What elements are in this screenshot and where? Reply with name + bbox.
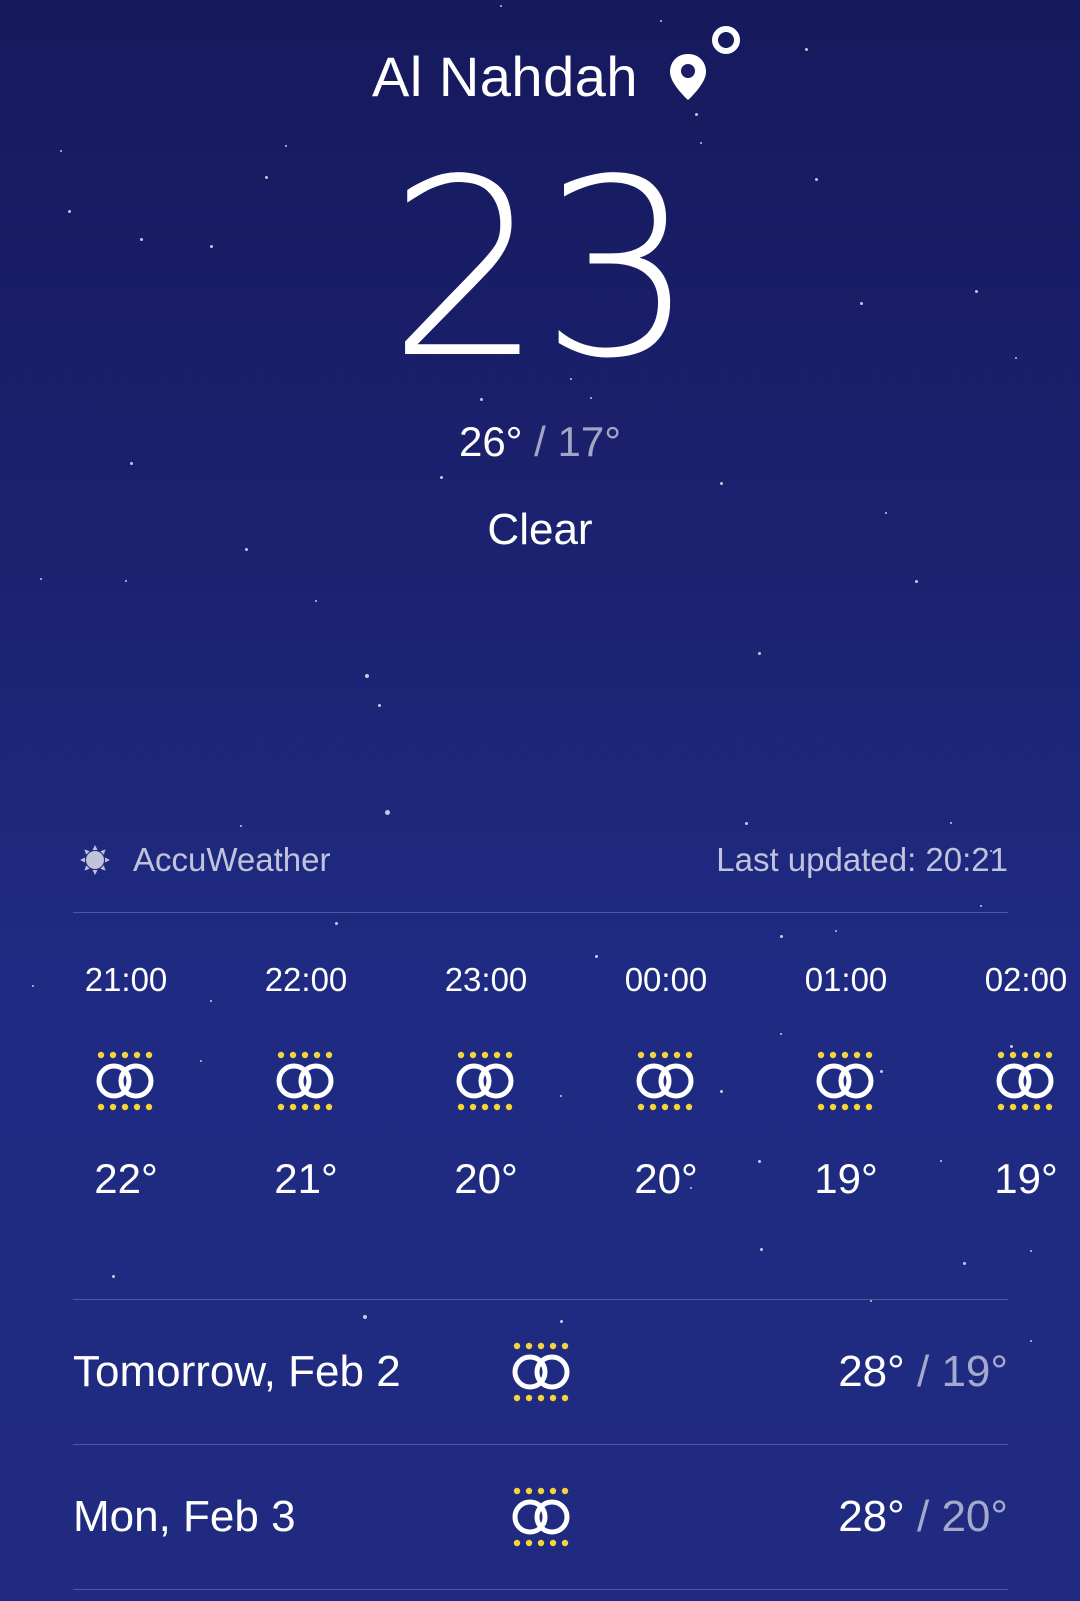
hour-temperature: 19° xyxy=(814,1155,878,1202)
hour-time: 22:00 xyxy=(264,961,348,998)
clear-night-icon xyxy=(816,1051,874,1111)
temperature-value: 23 xyxy=(388,127,696,412)
divider xyxy=(73,912,1008,913)
hour-time: 01:00 xyxy=(804,961,888,998)
location-name: Al Nahdah xyxy=(371,45,638,108)
hour-time: 21:00 xyxy=(84,961,168,998)
hour-temperature: 20° xyxy=(454,1155,518,1202)
clear-night-icon xyxy=(996,1051,1054,1111)
hour-time: 02:00 xyxy=(984,961,1068,998)
day-high: 28° xyxy=(838,1347,905,1396)
day-label: Tomorrow, Feb 2 xyxy=(73,1347,401,1396)
day-temperature: 28° / 19° xyxy=(838,1347,1008,1397)
source-row: AccuWeather Last updated: 20:21 xyxy=(73,840,1008,880)
hour-time: 00:00 xyxy=(624,961,708,998)
provider[interactable]: AccuWeather xyxy=(73,841,330,879)
hourly-item: 21:00 22° xyxy=(56,960,196,1204)
hourly-item: 01:00 19° xyxy=(776,960,916,1204)
high-low-temperature: 26° / 17° xyxy=(0,418,1080,466)
hourly-item: 22:00 21° xyxy=(236,960,376,1204)
clear-night-icon xyxy=(96,1051,154,1111)
daily-row[interactable]: Mon, Feb 3 28° / 20° xyxy=(73,1445,1008,1589)
clear-night-icon xyxy=(512,1487,570,1547)
day-label: Mon, Feb 3 xyxy=(73,1492,296,1541)
high-low-separator: / xyxy=(534,418,546,465)
provider-name: AccuWeather xyxy=(133,841,331,878)
weather-condition: Clear xyxy=(487,505,593,554)
day-high: 28° xyxy=(838,1492,905,1541)
hour-time: 23:00 xyxy=(444,961,528,998)
degree-symbol-icon xyxy=(712,26,740,54)
today-high: 26° xyxy=(458,418,523,465)
hour-temperature: 21° xyxy=(274,1155,338,1202)
hourly-item: 00:00 20° xyxy=(596,960,736,1204)
day-low: 20° xyxy=(941,1492,1008,1541)
clear-night-icon xyxy=(512,1342,570,1402)
location-pin-icon[interactable] xyxy=(668,52,708,102)
last-updated: Last updated: 20:21 xyxy=(716,841,1008,878)
clear-night-icon xyxy=(456,1051,514,1111)
divider xyxy=(73,1589,1008,1590)
day-separator: / xyxy=(916,1492,930,1541)
hourly-item: 02:00 19° xyxy=(956,960,1080,1204)
hour-temperature: 19° xyxy=(994,1155,1058,1202)
hourly-forecast[interactable]: 21:00 22° 22:00 21° 23:00 20° 00:00 20° 01:00 19°… xyxy=(0,960,1080,1230)
sun-icon xyxy=(80,845,110,875)
current-temperature: 23 xyxy=(0,127,1080,412)
day-temperature: 28° / 20° xyxy=(838,1492,1008,1542)
day-low: 19° xyxy=(941,1347,1008,1396)
day-separator: / xyxy=(916,1347,930,1396)
location-header[interactable]: Al Nahdah xyxy=(0,44,1080,109)
hour-temperature: 22° xyxy=(94,1155,158,1202)
clear-night-icon xyxy=(276,1051,334,1111)
hourly-item: 23:00 20° xyxy=(416,960,556,1204)
daily-row[interactable]: Tomorrow, Feb 2 28° / 19° xyxy=(73,1300,1008,1444)
hour-temperature: 20° xyxy=(634,1155,698,1202)
clear-night-icon xyxy=(636,1051,694,1111)
today-low: 17° xyxy=(557,418,622,465)
